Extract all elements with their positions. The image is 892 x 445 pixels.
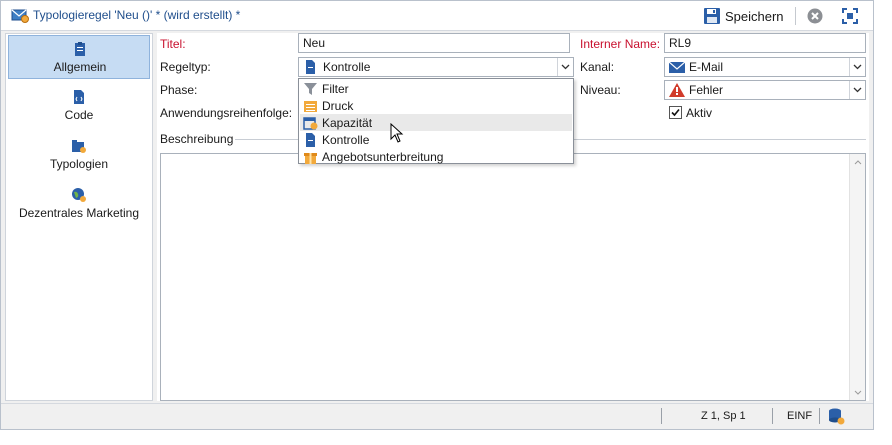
title-label: Titel: <box>160 37 186 51</box>
description-scrollbar[interactable] <box>849 154 865 400</box>
dropdown-item-label: Filter <box>322 81 349 96</box>
level-label: Niveau: <box>580 83 621 97</box>
dropdown-item-druck[interactable]: Druck <box>300 97 572 114</box>
title-bar: Typologieregel 'Neu ()' * (wird erstellt… <box>1 1 873 31</box>
typology-rule-icon <box>11 9 29 23</box>
chevron-down-icon <box>557 58 573 76</box>
capacity-icon <box>303 116 318 130</box>
dropdown-item-label: Druck <box>322 98 354 113</box>
floppy-disk-icon <box>704 8 720 24</box>
dropdown-item-angebotsunterbreitung[interactable]: Angebotsunterbreitung <box>300 148 572 165</box>
insert-mode: EINF <box>787 410 813 422</box>
order-label: Anwendungsreihenfolge: <box>160 106 293 120</box>
dropdown-item-filter[interactable]: Filter <box>300 80 572 97</box>
mouse-pointer-icon <box>390 123 404 143</box>
close-circle-icon[interactable] <box>806 7 824 25</box>
sidebar-item-label: Dezentrales Marketing <box>18 206 140 220</box>
sidebar-item-label: Typologien <box>49 157 109 171</box>
dropdown-item-kapazitaet[interactable]: Kapazität <box>300 114 572 131</box>
database-icon[interactable] <box>827 407 845 425</box>
channel-label: Kanal: <box>580 60 615 74</box>
chevron-down-icon <box>849 81 865 99</box>
scroll-down-icon[interactable] <box>850 384 866 400</box>
cursor-position: Z 1, Sp 1 <box>701 410 746 422</box>
status-bar: Z 1, Sp 1 EINF <box>1 403 873 429</box>
control-icon <box>306 60 315 74</box>
active-checkbox[interactable] <box>669 106 682 119</box>
phase-label: Phase: <box>160 83 198 97</box>
level-select[interactable]: Fehler <box>664 80 866 100</box>
rule-type-select[interactable]: Kontrolle <box>298 57 574 77</box>
checkmark-icon <box>671 108 680 117</box>
internal-name-label: Interner Name: <box>580 37 661 51</box>
sidebar: Allgemein Code Typologien Dezentrales Ma… <box>5 33 153 401</box>
status-divider <box>661 408 662 424</box>
dropdown-item-label: Kapazität <box>322 115 373 130</box>
print-icon <box>304 100 317 112</box>
sidebar-item-label: Allgemein <box>53 60 107 74</box>
warning-icon <box>669 83 685 97</box>
description-textarea[interactable] <box>160 153 866 401</box>
sidebar-item-code[interactable]: Code <box>8 84 150 128</box>
status-divider <box>772 408 773 424</box>
rule-type-dropdown: Filter Druck Kapazität Kontrolle Angebot… <box>298 78 574 164</box>
toolbar-divider <box>795 7 796 25</box>
channel-select[interactable]: E-Mail <box>664 57 866 77</box>
dropdown-item-label: Kontrolle <box>322 132 370 147</box>
description-label: Beschreibung <box>160 132 234 146</box>
rule-editor-window: Typologieregel 'Neu ()' * (wird erstellt… <box>0 0 874 430</box>
level-value: Fehler <box>689 83 724 97</box>
scroll-up-icon[interactable] <box>850 154 866 170</box>
typology-icon <box>72 140 86 153</box>
control-icon <box>306 132 315 147</box>
sidebar-item-label: Code <box>64 108 94 122</box>
rule-type-label: Regeltyp: <box>160 60 211 74</box>
sidebar-item-typologien[interactable]: Typologien <box>8 133 150 177</box>
filter-icon <box>304 82 317 95</box>
clipboard-icon <box>75 42 85 56</box>
window-title: Typologieregel 'Neu ()' * (wird erstellt… <box>33 8 241 22</box>
sidebar-item-allgemein[interactable]: Allgemein <box>8 35 150 79</box>
status-divider <box>819 408 820 424</box>
save-button[interactable]: Speichern <box>703 5 784 27</box>
maximize-icon[interactable] <box>841 7 859 25</box>
save-button-label: Speichern <box>725 8 784 24</box>
dropdown-item-kontrolle[interactable]: Kontrolle <box>300 131 572 148</box>
offer-icon <box>304 152 317 164</box>
active-label: Aktiv <box>686 106 713 120</box>
globe-icon <box>72 188 86 202</box>
email-icon <box>669 61 685 73</box>
chevron-down-icon <box>849 58 865 76</box>
rule-type-value: Kontrolle <box>323 60 371 74</box>
dropdown-item-label: Angebotsunterbreitung <box>322 149 444 164</box>
sidebar-item-dezentrales-marketing[interactable]: Dezentrales Marketing <box>8 182 150 226</box>
script-icon <box>74 90 84 104</box>
title-input[interactable]: Neu <box>298 33 570 53</box>
channel-value: E-Mail <box>689 60 724 74</box>
internal-name-input[interactable]: RL9 <box>664 33 866 53</box>
